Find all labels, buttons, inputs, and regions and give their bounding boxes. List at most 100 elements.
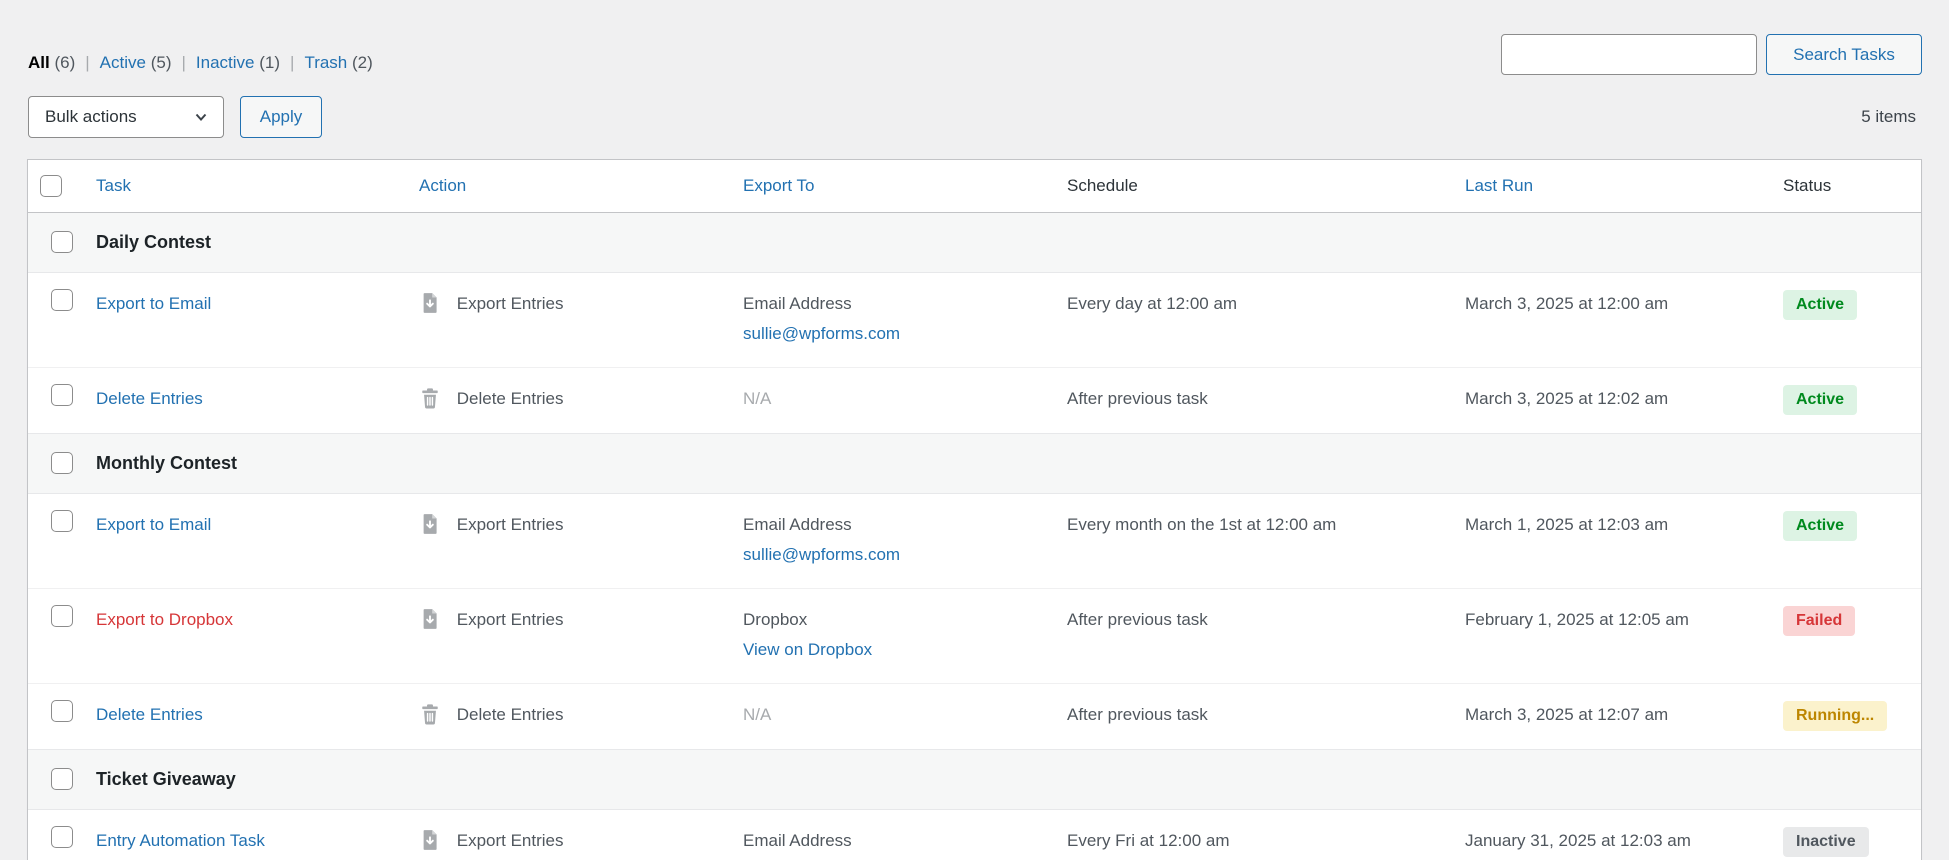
group-row: Ticket Giveaway bbox=[28, 749, 1921, 809]
filter-all-count: (6) bbox=[54, 53, 75, 72]
action-label: Delete Entries bbox=[457, 389, 564, 408]
filter-all-label: All bbox=[28, 53, 50, 72]
action-label: Export Entries bbox=[457, 294, 564, 313]
status-badge: Active bbox=[1783, 290, 1857, 320]
action-label: Export Entries bbox=[457, 515, 564, 534]
column-header-status: Status bbox=[1783, 176, 1831, 195]
last-run-text: February 1, 2025 at 12:05 am bbox=[1465, 610, 1689, 629]
export-to-link[interactable]: sullie@wpforms.com bbox=[743, 540, 1043, 570]
export-to-primary: Email Address bbox=[743, 831, 852, 850]
task-link[interactable]: Export to Email bbox=[96, 515, 211, 534]
trash-icon bbox=[419, 703, 441, 725]
action-label: Export Entries bbox=[457, 610, 564, 629]
status-badge: Failed bbox=[1783, 606, 1855, 636]
export-to-link[interactable]: sullie@wpforms.com bbox=[743, 319, 1043, 349]
row-checkbox[interactable] bbox=[51, 289, 73, 311]
file-export-icon bbox=[419, 513, 441, 535]
column-header-schedule: Schedule bbox=[1067, 176, 1138, 195]
column-header-last-run[interactable]: Last Run bbox=[1465, 176, 1533, 195]
schedule-text: Every Fri at 12:00 am bbox=[1067, 831, 1230, 850]
search-tasks-button[interactable]: Search Tasks bbox=[1766, 34, 1922, 75]
tasks-table: Task Action Export To Schedule Last Run … bbox=[27, 159, 1922, 860]
group-row: Daily Contest bbox=[28, 212, 1921, 272]
row-checkbox[interactable] bbox=[51, 700, 73, 722]
row-checkbox[interactable] bbox=[51, 384, 73, 406]
row-checkbox[interactable] bbox=[51, 826, 73, 848]
status-badge: Inactive bbox=[1783, 827, 1869, 857]
table-row: Entry Automation Task Export Entries bbox=[28, 809, 1921, 860]
filter-trash-count: (2) bbox=[352, 53, 373, 72]
filter-all[interactable]: All (6) bbox=[28, 53, 75, 72]
filter-inactive-label: Inactive bbox=[196, 53, 255, 72]
filter-active-count: (5) bbox=[151, 53, 172, 72]
apply-button[interactable]: Apply bbox=[240, 96, 322, 138]
filter-active[interactable]: Active (5) bbox=[100, 53, 172, 72]
status-badge: Active bbox=[1783, 385, 1857, 415]
column-header-action[interactable]: Action bbox=[419, 176, 466, 195]
group-title: Daily Contest bbox=[84, 232, 223, 252]
export-to-primary: Dropbox bbox=[743, 610, 807, 629]
action-label: Export Entries bbox=[457, 831, 564, 850]
items-count: 5 items bbox=[1861, 107, 1916, 127]
file-export-icon bbox=[419, 608, 441, 630]
task-table-body: Daily Contest Export to Email Ex bbox=[28, 212, 1921, 860]
table-row: Delete Entries Delete Entries N/ bbox=[28, 683, 1921, 749]
group-title: Ticket Giveaway bbox=[84, 769, 248, 789]
table-row: Delete Entries Delete Entries N/ bbox=[28, 367, 1921, 433]
table-row: Export to Email Export Entries E bbox=[28, 493, 1921, 588]
status-badge: Active bbox=[1783, 511, 1857, 541]
task-link[interactable]: Export to Email bbox=[96, 294, 211, 313]
last-run-text: March 1, 2025 at 12:03 am bbox=[1465, 515, 1668, 534]
status-badge: Running... bbox=[1783, 701, 1887, 731]
table-header-row: Task Action Export To Schedule Last Run … bbox=[28, 160, 1921, 212]
select-all-checkbox[interactable] bbox=[40, 175, 62, 197]
table-row: Export to Email Export Entries E bbox=[28, 272, 1921, 367]
row-checkbox[interactable] bbox=[51, 510, 73, 532]
schedule-text: After previous task bbox=[1067, 705, 1208, 724]
last-run-text: March 3, 2025 at 12:00 am bbox=[1465, 294, 1668, 313]
filter-trash[interactable]: Trash (2) bbox=[304, 53, 372, 72]
group-checkbox[interactable] bbox=[51, 231, 73, 253]
filter-separator: | bbox=[85, 53, 89, 72]
last-run-text: March 3, 2025 at 12:02 am bbox=[1465, 389, 1668, 408]
schedule-text: After previous task bbox=[1067, 389, 1208, 408]
column-header-export-to[interactable]: Export To bbox=[743, 176, 815, 195]
group-row: Monthly Contest bbox=[28, 433, 1921, 493]
search-input[interactable] bbox=[1501, 34, 1757, 75]
filter-separator: | bbox=[290, 53, 294, 72]
bulk-actions-selected-label: Bulk actions bbox=[45, 107, 137, 127]
table-row: Export to Dropbox Export Entries bbox=[28, 588, 1921, 683]
column-header-task[interactable]: Task bbox=[96, 176, 131, 195]
schedule-text: Every month on the 1st at 12:00 am bbox=[1067, 515, 1336, 534]
export-to-link[interactable]: View on Dropbox bbox=[743, 635, 1043, 665]
task-link[interactable]: Entry Automation Task bbox=[96, 831, 265, 850]
task-link[interactable]: Delete Entries bbox=[96, 705, 203, 724]
task-link[interactable]: Delete Entries bbox=[96, 389, 203, 408]
tasks-list-page: All (6) | Active (5) | Inactive (1) | Trash (2… bbox=[0, 0, 1949, 860]
group-title: Monthly Contest bbox=[84, 453, 249, 473]
row-checkbox[interactable] bbox=[51, 605, 73, 627]
chevron-down-icon bbox=[193, 109, 209, 125]
task-link[interactable]: Export to Dropbox bbox=[96, 610, 233, 629]
filter-separator: | bbox=[181, 53, 185, 72]
filter-inactive[interactable]: Inactive (1) bbox=[196, 53, 280, 72]
status-filters: All (6) | Active (5) | Inactive (1) | Trash (2… bbox=[28, 53, 373, 73]
filter-trash-label: Trash bbox=[304, 53, 347, 72]
filter-inactive-count: (1) bbox=[259, 53, 280, 72]
group-checkbox[interactable] bbox=[51, 768, 73, 790]
last-run-text: March 3, 2025 at 12:07 am bbox=[1465, 705, 1668, 724]
export-to-primary: N/A bbox=[743, 389, 771, 408]
file-export-icon bbox=[419, 829, 441, 851]
export-to-primary: N/A bbox=[743, 705, 771, 724]
export-to-primary: Email Address bbox=[743, 294, 852, 313]
export-to-primary: Email Address bbox=[743, 515, 852, 534]
action-label: Delete Entries bbox=[457, 705, 564, 724]
schedule-text: After previous task bbox=[1067, 610, 1208, 629]
filter-active-label: Active bbox=[100, 53, 146, 72]
last-run-text: January 31, 2025 at 12:03 am bbox=[1465, 831, 1691, 850]
schedule-text: Every day at 12:00 am bbox=[1067, 294, 1237, 313]
group-checkbox[interactable] bbox=[51, 452, 73, 474]
file-export-icon bbox=[419, 292, 441, 314]
trash-icon bbox=[419, 387, 441, 409]
bulk-actions-select[interactable]: Bulk actions bbox=[28, 96, 224, 138]
